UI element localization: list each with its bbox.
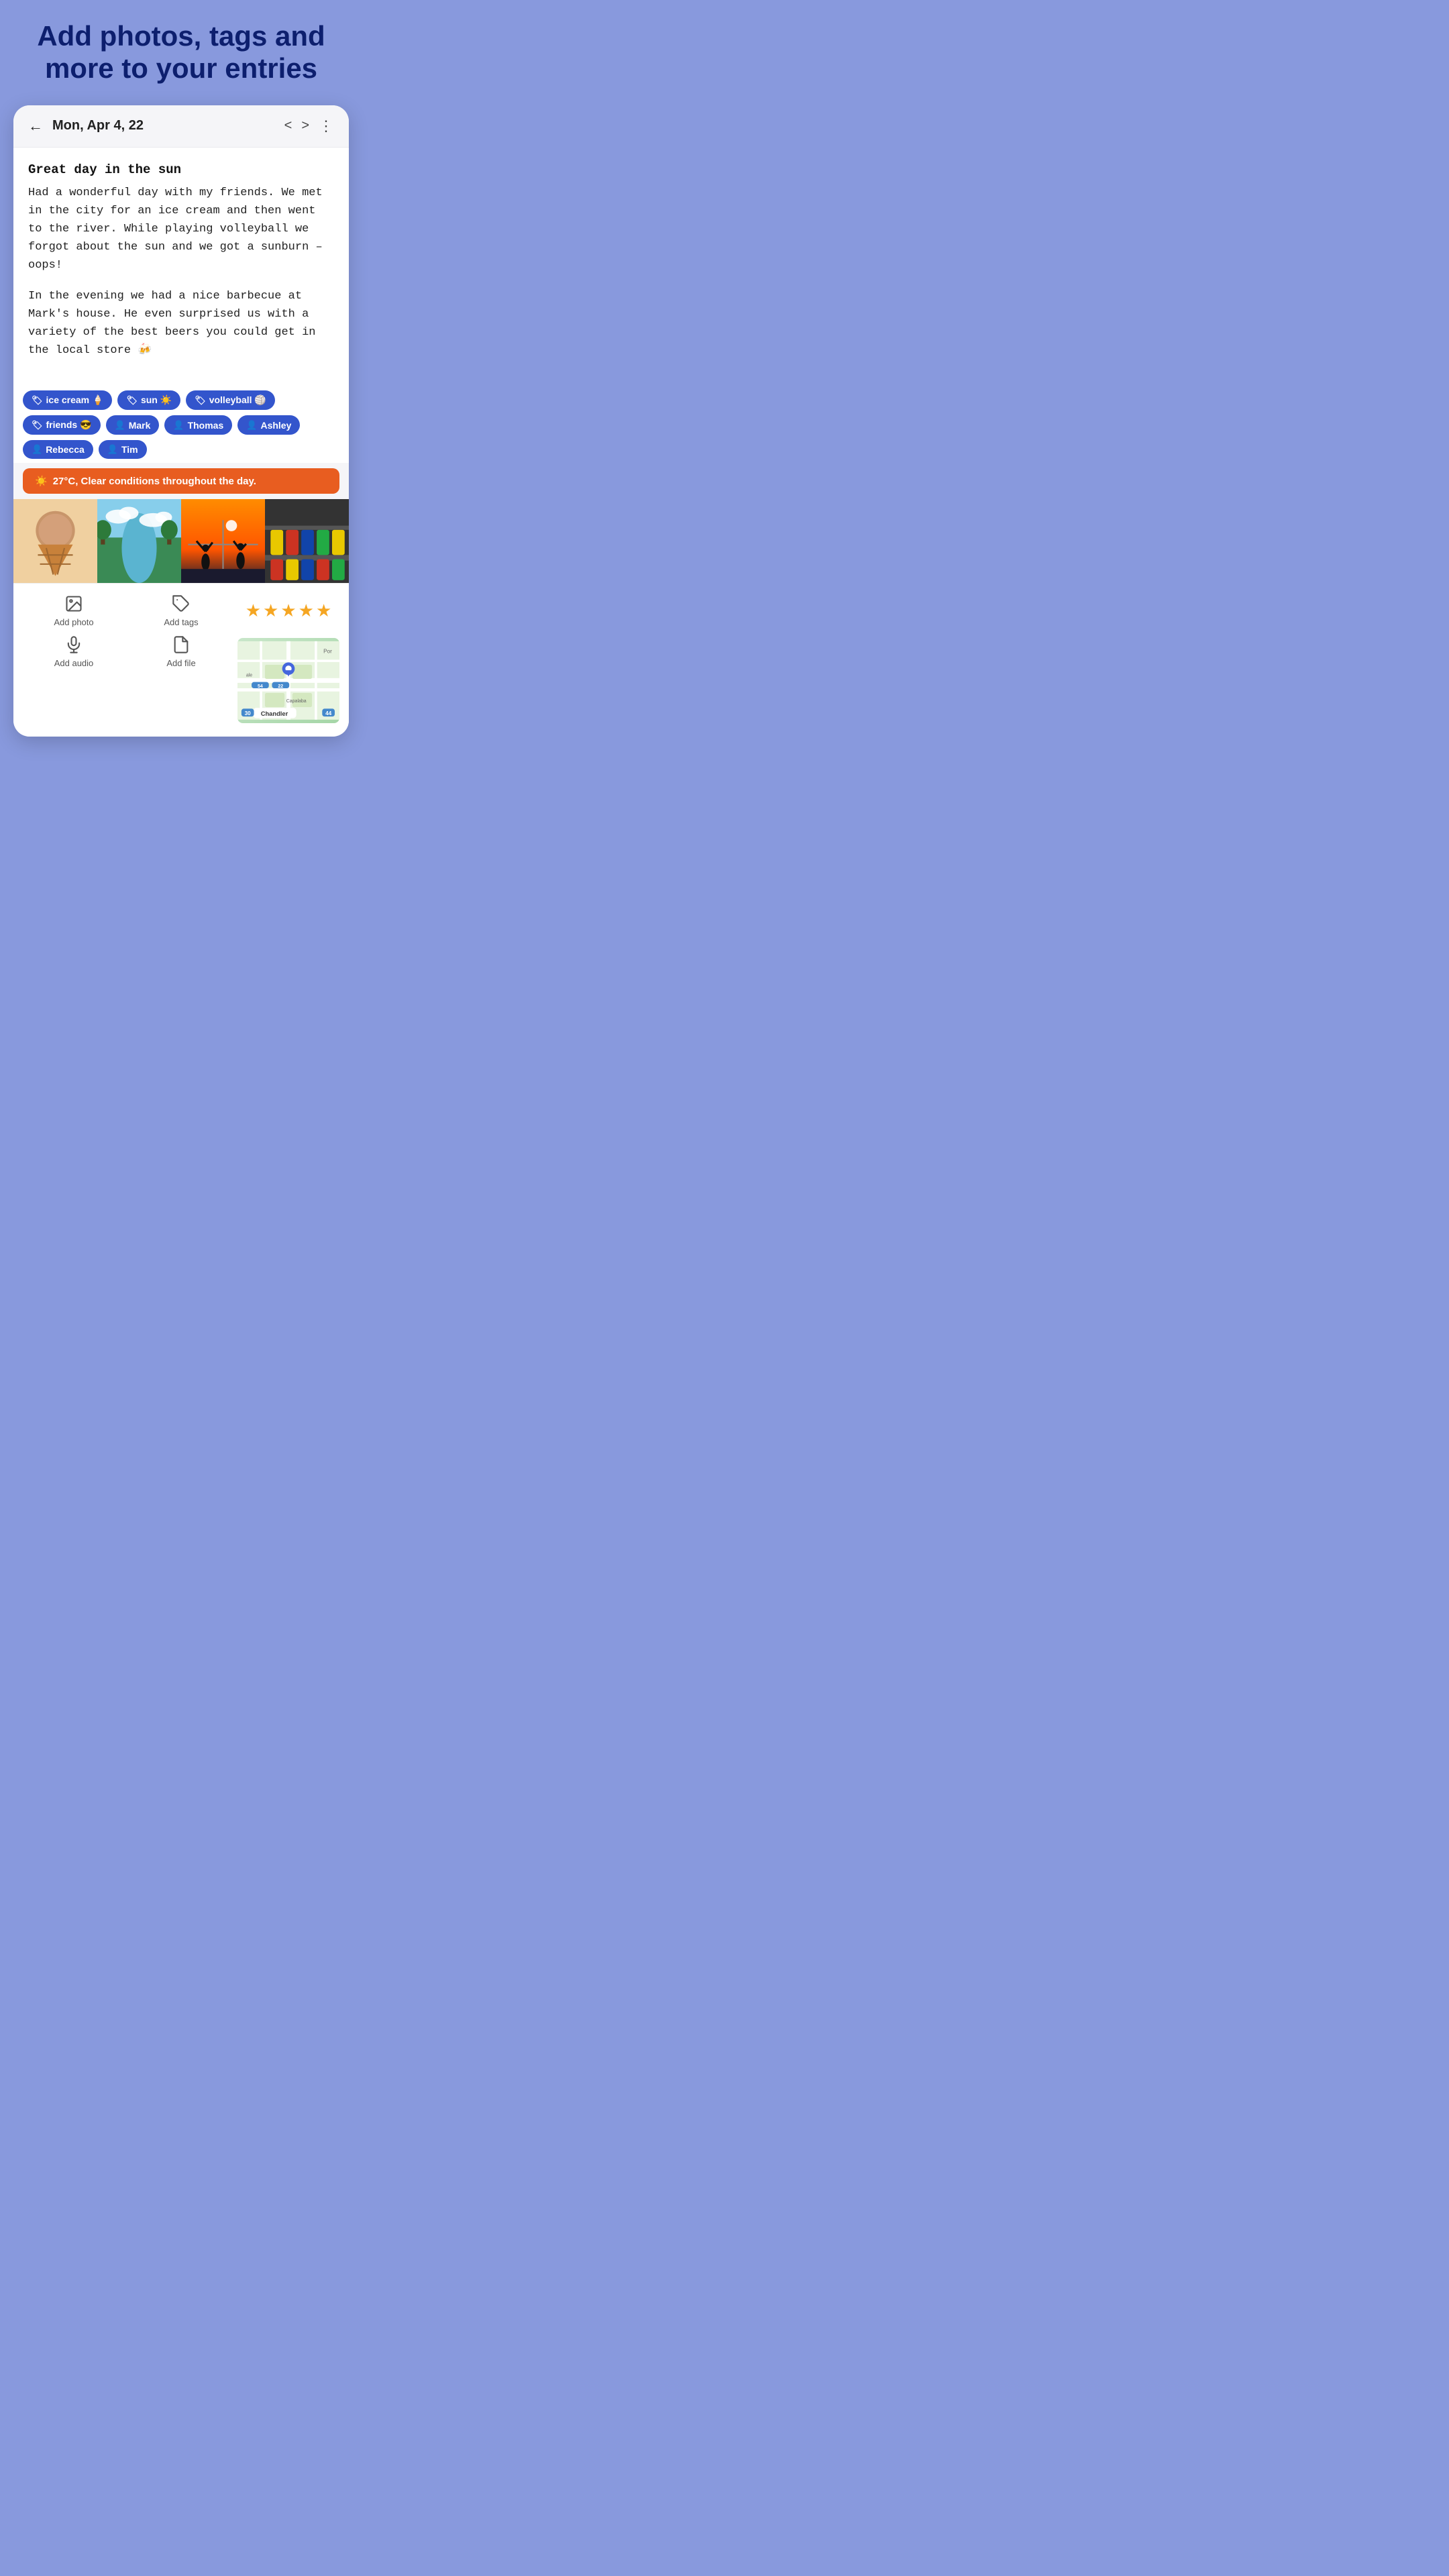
map-thumbnail[interactable]: 54 22 Chandler Por — [235, 635, 342, 726]
card-header: ← Mon, Apr 4, 22 < > ⋮ — [13, 105, 349, 148]
tag-label-icon: 🏷 — [32, 395, 43, 406]
add-file-label: Add file — [166, 658, 195, 668]
entry-text: Had a wonderful day with my friends. We … — [28, 184, 334, 360]
entry-paragraph-2: In the evening we had a nice barbecue at… — [28, 287, 334, 360]
back-button[interactable]: ← — [28, 117, 43, 135]
tag-thomas-icon: 👤 — [173, 420, 184, 431]
add-photo-label: Add photo — [54, 617, 93, 627]
tag-icecream[interactable]: 🏷 ice cream 🍦 — [23, 390, 112, 410]
tag-tim[interactable]: 👤 Tim — [99, 440, 147, 459]
svg-text:54: 54 — [258, 684, 263, 689]
entry-title: Great day in the sun — [28, 162, 334, 177]
journal-card: ← Mon, Apr 4, 22 < > ⋮ Great day in the … — [13, 105, 349, 737]
rating-stars[interactable]: ★ ★ ★ ★ ★ — [246, 600, 332, 621]
photo-river[interactable] — [97, 499, 181, 583]
weather-text: 27°C, Clear conditions throughout the da… — [53, 476, 256, 487]
star-1[interactable]: ★ — [246, 600, 261, 621]
tag-friends-icon: 🏷 — [32, 420, 43, 431]
header-nav: < > ⋮ — [284, 117, 334, 135]
tag-ashley[interactable]: 👤 Ashley — [237, 415, 300, 435]
star-3[interactable]: ★ — [280, 600, 296, 621]
next-button[interactable]: > — [301, 118, 309, 133]
add-photo-button[interactable]: Add photo — [20, 594, 127, 627]
file-icon — [172, 635, 191, 654]
star-4[interactable]: ★ — [299, 600, 314, 621]
add-audio-label: Add audio — [54, 658, 94, 668]
journal-body: Great day in the sun Had a wonderful day… — [13, 148, 349, 384]
tag-ashley-icon: 👤 — [246, 420, 257, 431]
add-tags-button[interactable]: Add tags — [127, 594, 235, 627]
svg-text:Capalaba: Capalaba — [286, 699, 307, 704]
add-audio-button[interactable]: Add audio — [20, 635, 127, 668]
tag-mark-icon: 👤 — [115, 420, 125, 431]
stars-container: ★ ★ ★ ★ ★ — [235, 594, 342, 627]
star-2[interactable]: ★ — [263, 600, 278, 621]
svg-text:Chandler: Chandler — [261, 710, 288, 717]
tag-friends[interactable]: 🏷 friends 😎 — [23, 415, 101, 435]
tag-sun-icon: 🏷 — [126, 395, 138, 406]
tag-rebecca[interactable]: 👤 Rebecca — [23, 440, 93, 459]
star-5[interactable]: ★ — [316, 600, 331, 621]
page-headline: Add photos, tags and more to your entrie… — [13, 20, 349, 85]
svg-text:44: 44 — [325, 710, 332, 716]
more-button[interactable]: ⋮ — [319, 117, 334, 135]
photo-grid — [13, 499, 349, 583]
header-date: Mon, Apr 4, 22 — [52, 118, 284, 133]
tags-section: 🏷 ice cream 🍦 🏷 sun ☀️ 🏷 volleyball 🏐 🏷 … — [13, 384, 349, 463]
tag-thomas[interactable]: 👤 Thomas — [164, 415, 232, 435]
svg-text:30: 30 — [245, 710, 252, 716]
svg-text:Por: Por — [323, 649, 332, 655]
photo-volleyball[interactable] — [181, 499, 265, 583]
add-tags-label: Add tags — [164, 617, 198, 627]
tag-icon — [172, 594, 191, 613]
svg-text:ale: ale — [246, 674, 252, 678]
tag-tim-icon: 👤 — [107, 444, 118, 455]
tag-sun[interactable]: 🏷 sun ☀️ — [117, 390, 180, 410]
photo-beer[interactable] — [265, 499, 349, 583]
photo-icon — [64, 594, 83, 613]
map-svg: 54 22 Chandler Por — [237, 638, 339, 723]
mic-icon — [64, 635, 83, 654]
prev-button[interactable]: < — [284, 118, 292, 133]
weather-icon: ☀️ — [35, 475, 48, 487]
photo-icecream[interactable] — [13, 499, 97, 583]
svg-text:22: 22 — [278, 684, 283, 689]
tag-volleyball[interactable]: 🏷 volleyball 🏐 — [186, 390, 275, 410]
tag-mark[interactable]: 👤 Mark — [106, 415, 160, 435]
tag-rebecca-icon: 👤 — [32, 444, 42, 455]
tag-volleyball-icon: 🏷 — [195, 395, 206, 406]
entry-paragraph-1: Had a wonderful day with my friends. We … — [28, 184, 334, 275]
weather-bar: ☀️ 27°C, Clear conditions throughout the… — [23, 468, 339, 494]
add-file-button[interactable]: Add file — [127, 635, 235, 668]
